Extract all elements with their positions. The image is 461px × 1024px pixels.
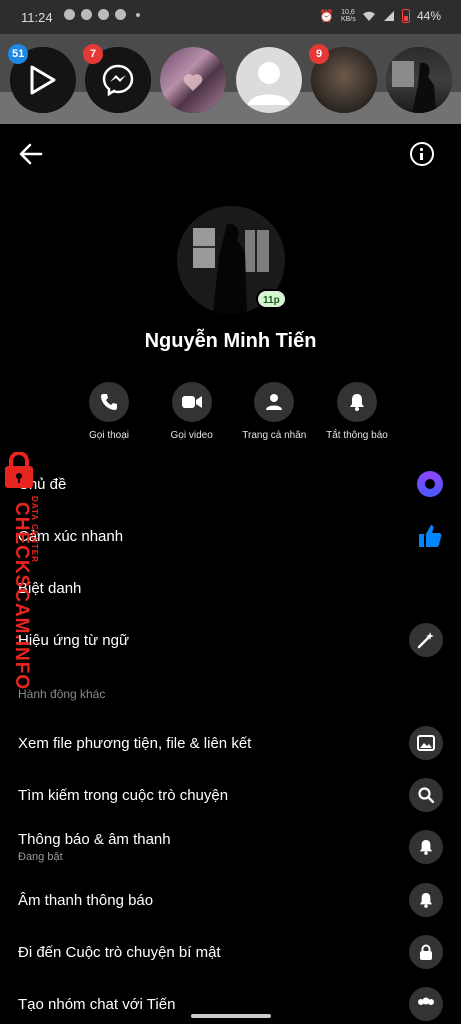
call-label: Gọi thoại: [88, 430, 130, 441]
messenger-icon: [102, 64, 134, 97]
messenger-notification-icon: [98, 9, 109, 20]
quick-actions: Gọi thoại Gọi video Trang cá nhân Tắt th…: [68, 382, 398, 441]
watermark-subtext: DATA CENTER: [30, 496, 39, 563]
video-call-button[interactable]: Gọi video: [151, 382, 233, 441]
info-icon[interactable]: [410, 142, 434, 166]
group-icon: [418, 997, 434, 1005]
menu-notifications[interactable]: Thông báo & âm thanh Đang bật: [18, 826, 443, 868]
menu-quick-reaction[interactable]: Cảm xúc nhanh: [18, 518, 443, 554]
thumbs-up-icon: [419, 525, 442, 547]
unread-badge: 9: [309, 44, 329, 64]
menu-search-label: Tìm kiếm trong cuộc trò chuyện: [18, 786, 229, 804]
magic-wand-icon: [417, 632, 434, 649]
profile-label: Trang cá nhân: [242, 430, 307, 441]
menu-create-group-label: Tạo nhóm chat với Tiến: [18, 995, 176, 1013]
bell-icon: [419, 893, 433, 908]
chat-head-messenger[interactable]: 7: [83, 44, 151, 113]
active-status-badge: 11p: [256, 289, 287, 309]
battery-percent: 44%: [416, 9, 441, 23]
menu-notifications-label: Thông báo & âm thanh: [18, 831, 171, 848]
heart-icon: [183, 74, 203, 91]
menu-secret-chat[interactable]: Đi đến Cuộc trò chuyện bí mật: [18, 934, 443, 970]
net-speed-unit: KB/s: [340, 16, 356, 23]
back-arrow-icon[interactable]: [18, 141, 44, 167]
chat-notification-icon: [64, 9, 75, 20]
battery-icon: [401, 9, 410, 23]
menu-notification-sound[interactable]: Âm thanh thông báo: [18, 882, 443, 918]
image-icon: [417, 735, 435, 751]
search-icon: [418, 787, 434, 803]
profile-name: Nguyễn Minh Tiến: [144, 330, 317, 352]
play-icon: [30, 65, 56, 95]
notification-icons: [64, 9, 140, 20]
chat-head-default-avatar[interactable]: [236, 47, 302, 113]
chat-head-profile[interactable]: [386, 47, 452, 113]
status-right: ⏰ 10,6 KB/s 44%: [319, 9, 441, 23]
bell-icon: [419, 840, 433, 855]
call-button[interactable]: Gọi thoại: [68, 382, 150, 441]
person-icon: [266, 394, 283, 410]
watermark: CHECKSCAM.INFO DATA CENTER: [0, 450, 50, 690]
theme-icon: [417, 471, 443, 497]
net-speed-value: 10,6: [341, 9, 355, 16]
chat-head-video-app[interactable]: 51: [8, 44, 76, 113]
menu-view-media[interactable]: Xem file phương tiện, file & liên kết: [18, 725, 443, 761]
bell-icon: [349, 394, 364, 411]
status-bar: 11:24 ⏰ 10,6 KB/s 44%: [0, 0, 461, 34]
video-icon: [181, 396, 202, 408]
menu-search[interactable]: Tìm kiếm trong cuộc trò chuyện: [18, 777, 443, 813]
menu-nicknames[interactable]: Biệt danh: [18, 570, 443, 606]
mute-label: Tắt thông báo: [326, 430, 388, 441]
menu-notification-sound-label: Âm thanh thông báo: [18, 891, 154, 909]
chat-head-photo-collage[interactable]: [160, 47, 226, 113]
telegram-icon: [81, 9, 92, 20]
chat-head-blurred-photo[interactable]: 9: [309, 44, 377, 113]
signal-icon: [383, 11, 394, 21]
watermark-text: CHECKSCAM.INFO: [11, 502, 32, 691]
phone-icon: [101, 394, 117, 410]
menu-theme[interactable]: Chủ đề: [18, 466, 443, 502]
lock-icon: [420, 944, 432, 960]
silhouette-photo: [392, 61, 436, 113]
more-notifications-icon: [136, 12, 140, 17]
unread-badge: 7: [83, 44, 103, 64]
alarm-icon: ⏰: [319, 9, 334, 23]
menu-secret-chat-label: Đi đến Cuộc trò chuyện bí mật: [18, 943, 221, 961]
video-call-label: Gọi video: [170, 430, 213, 441]
home-indicator[interactable]: [191, 1014, 271, 1018]
status-time: 11:24: [21, 10, 53, 25]
watermark-lock-logo: [5, 452, 33, 488]
menu-notifications-status: Đang bật: [18, 851, 63, 863]
bag-icon: [115, 9, 126, 20]
default-avatar-icon: [248, 62, 290, 105]
menu-view-media-label: Xem file phương tiện, file & liên kết: [18, 734, 252, 752]
profile-button[interactable]: Trang cá nhân: [233, 382, 315, 441]
mute-button[interactable]: Tắt thông báo: [316, 382, 398, 441]
menu-word-effects[interactable]: Hiệu ứng từ ngữ: [18, 622, 443, 658]
wifi-icon: [362, 11, 375, 21]
network-speed: 10,6 KB/s: [340, 9, 356, 23]
